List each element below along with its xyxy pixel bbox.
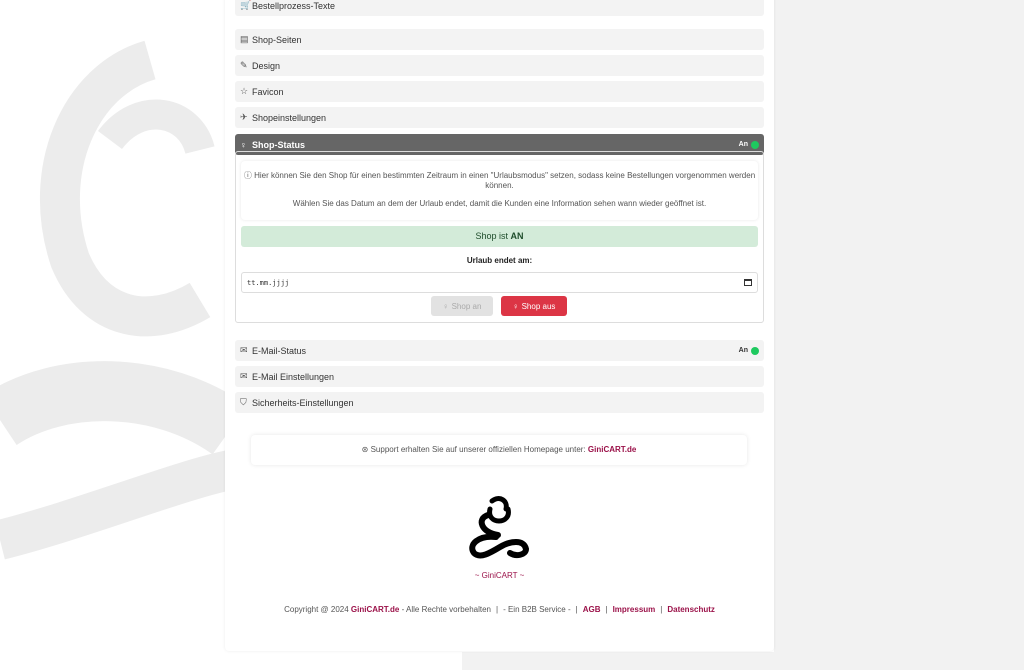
status-text: An <box>738 347 748 354</box>
accordion-label: Sicherheits-Einstellungen <box>252 397 354 408</box>
shield-icon: ⛉ <box>240 397 247 407</box>
accordion-item-design[interactable]: ✎ Design <box>235 55 764 76</box>
support-link[interactable]: GiniCART.de <box>588 445 636 454</box>
accordion-label: Shopeinstellungen <box>252 112 327 123</box>
b2b-text: - Ein B2B Service - <box>503 605 571 614</box>
lightbulb-icon: ♀ <box>240 139 247 150</box>
vacation-end-date-input[interactable]: tt.mm.jjjj <box>241 272 758 293</box>
separator: | <box>575 605 578 614</box>
shop-off-button[interactable]: ♀ Shop aus <box>501 296 567 316</box>
separator: | <box>660 605 663 614</box>
agb-link[interactable]: AGB <box>583 605 601 614</box>
alert-state: AN <box>510 231 524 241</box>
status-dot <box>751 346 759 355</box>
date-placeholder: tt.mm.jjjj <box>247 278 290 287</box>
status-dot <box>751 140 759 149</box>
accordion-item-e-mail-einstellungen[interactable]: ✉ E-Mail Einstellungen <box>235 366 764 387</box>
accordion-label: E-Mail-Status <box>252 345 307 356</box>
date-label: Urlaub endet am: <box>466 256 533 265</box>
accordion-label: E-Mail Einstellungen <box>252 371 335 382</box>
brand-link[interactable]: GiniCART.de <box>351 605 399 614</box>
shop-status-panel: ⓘ Hier können Sie den Shop für einen bes… <box>235 151 764 323</box>
accordion-label: Favicon <box>252 86 284 97</box>
page-background-bottom <box>462 652 1024 670</box>
rights-text: - Alle Rechte vorbehalten <box>399 605 491 614</box>
shop-on-label: Shop an <box>451 301 482 311</box>
accordion-item-bestellprozess-texte[interactable]: 🛒 Bestellprozess-Texte <box>235 0 764 16</box>
copyright-text: Copyright @ 2024 <box>284 605 351 614</box>
ginicart-logo <box>469 496 530 559</box>
impressum-link[interactable]: Impressum <box>613 605 656 614</box>
separator: | <box>605 605 608 614</box>
info-text-2: Wählen Sie das Datum an dem der Urlaub e… <box>292 199 707 208</box>
star-icon: ☆ <box>240 86 249 96</box>
shop-off-label: Shop aus <box>521 301 556 311</box>
status-text: An <box>738 141 748 148</box>
footer: Copyright @ 2024 GiniCART.de - Alle Rech… <box>225 605 774 614</box>
status-indicator: An <box>738 346 759 355</box>
status-indicator: An <box>738 140 759 149</box>
alert-text: Shop ist <box>475 231 511 241</box>
shop-on-button[interactable]: ♀ Shop an <box>431 296 493 316</box>
support-box: ⊛ Support erhalten Sie auf unserer offiz… <box>251 435 747 465</box>
page-background-right <box>774 0 1024 670</box>
accordion-label: Design <box>252 60 281 71</box>
lifebuoy-icon: ⊛ <box>361 445 371 454</box>
accordion-label: Bestellprozess-Texte <box>252 0 336 11</box>
background-logo-watermark <box>0 40 230 560</box>
accordion-item-shopeinstellungen[interactable]: ✈ Shopeinstellungen <box>235 107 764 128</box>
accordion-label: Shop-Seiten <box>252 34 302 45</box>
calendar-icon[interactable] <box>744 279 752 286</box>
settings-card: 🛒 Bestellprozess-Texte ▤ Shop-Seiten ✎ Design… <box>225 0 774 651</box>
accordion-item-e-mail-status[interactable]: ✉ E-Mail-Status An <box>235 340 764 361</box>
cart-icon: 🛒 <box>240 0 252 10</box>
accordion-item-favicon[interactable]: ☆ Favicon <box>235 81 764 102</box>
info-text: Hier können Sie den Shop für einen besti… <box>254 171 756 190</box>
lightbulb-off-icon: ♀ <box>512 301 519 311</box>
accordion-item-shop-seiten[interactable]: ▤ Shop-Seiten <box>235 29 764 50</box>
email-icon: ✉ <box>240 345 248 355</box>
info-icon: ⓘ <box>243 171 255 180</box>
support-text: Support erhalten Sie auf unserer offizie… <box>370 445 588 454</box>
envelope-open-icon: ✉ <box>240 371 248 381</box>
datenschutz-link[interactable]: Datenschutz <box>667 605 715 614</box>
accordion-label: Shop-Status <box>252 139 305 150</box>
layout-icon: ▤ <box>240 34 249 44</box>
brush-icon: ✎ <box>240 60 248 70</box>
accordion-item-sicherheits-einstellungen[interactable]: ⛉ Sicherheits-Einstellungen <box>235 392 764 413</box>
lightbulb-icon: ♀ <box>442 301 449 311</box>
separator: | <box>495 605 499 614</box>
logo-text: ~ GiniCART ~ <box>474 571 525 580</box>
info-box: ⓘ Hier können Sie den Shop für einen bes… <box>241 161 758 220</box>
shop-status-alert: Shop ist AN <box>241 226 758 247</box>
rocket-icon: ✈ <box>240 112 248 122</box>
